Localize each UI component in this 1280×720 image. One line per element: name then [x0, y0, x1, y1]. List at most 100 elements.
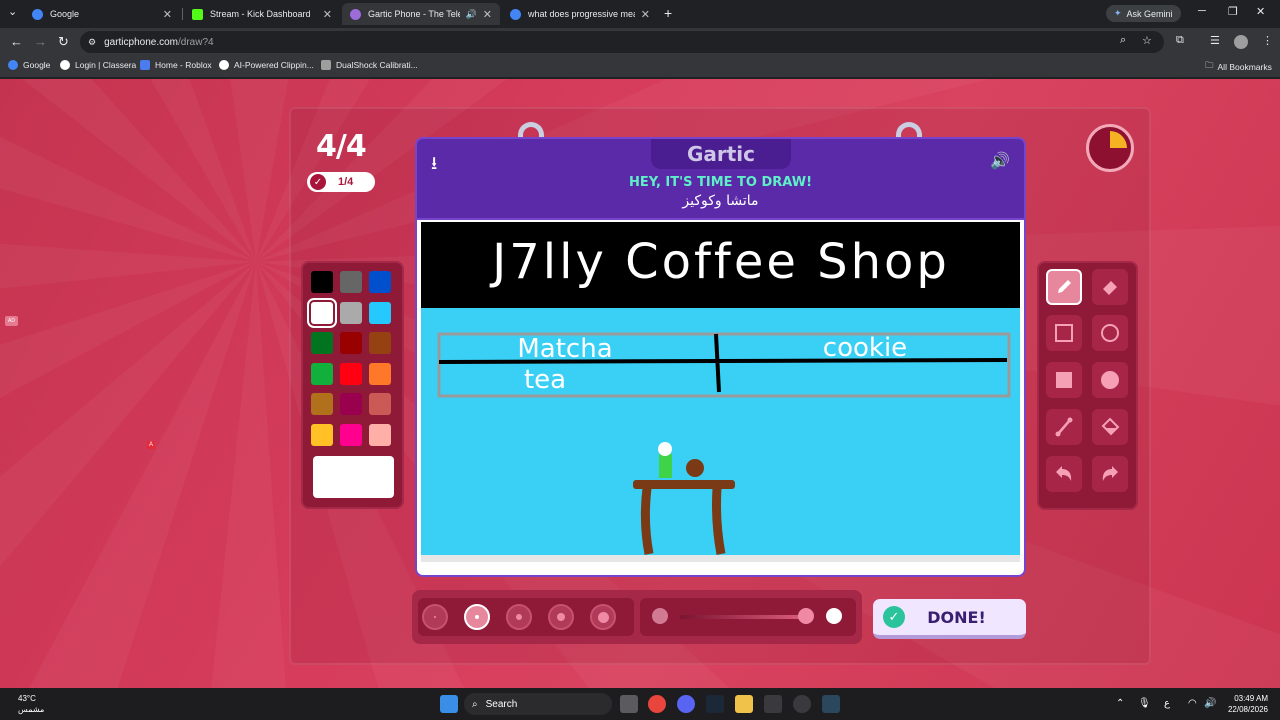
filled-rectangle-tool[interactable]: [1046, 362, 1082, 398]
google-favicon-icon: [32, 8, 43, 20]
color-swatch[interactable]: [340, 393, 362, 415]
line-tool[interactable]: [1046, 409, 1082, 445]
color-swatch[interactable]: [369, 271, 391, 293]
new-tab-button[interactable]: +: [664, 5, 672, 21]
opacity-slider[interactable]: [640, 598, 856, 636]
mic-icon[interactable]: 🎙: [1138, 698, 1151, 709]
menu-item-cookie: cookie: [823, 333, 907, 363]
drawing-canvas[interactable]: J7lly Coffee Shop Matcha tea cookie: [415, 220, 1026, 577]
color-swatch[interactable]: [369, 423, 391, 446]
zoom-icon[interactable]: ⌕: [1120, 34, 1126, 47]
notebook-header: ⭳ Gartic 🔊 HEY, IT'S TIME TO DRAW! ماتشا…: [415, 137, 1026, 220]
color-swatch[interactable]: [340, 271, 362, 293]
bookmark-dualshock[interactable]: DualShock Calibrati...: [321, 60, 418, 70]
done-button[interactable]: ✓ DONE!: [873, 599, 1026, 639]
tab-gartic-phone[interactable]: Gartic Phone - The Telepho 🔊 ✕: [342, 3, 500, 25]
chrome-icon[interactable]: [648, 695, 666, 713]
tab-google[interactable]: Google ✕: [24, 3, 180, 25]
color-swatch[interactable]: [340, 362, 362, 385]
close-tab-icon[interactable]: ✕: [483, 8, 492, 21]
discord-icon[interactable]: [677, 695, 695, 713]
close-tab-icon[interactable]: ✕: [163, 8, 172, 21]
speaker-icon[interactable]: 🔊: [466, 9, 477, 20]
color-swatch[interactable]: [311, 423, 333, 446]
obs-icon[interactable]: [793, 695, 811, 713]
rectangle-tool[interactable]: [1046, 315, 1082, 351]
color-swatch[interactable]: [311, 362, 333, 385]
sign-text: J7lly Coffee Shop: [489, 234, 950, 290]
close-tab-icon[interactable]: ✕: [641, 8, 650, 21]
back-icon[interactable]: ←: [10, 34, 23, 49]
restore-icon[interactable]: ❐: [1228, 5, 1238, 18]
sound-icon[interactable]: 🔊: [990, 151, 1010, 171]
tab-search-icon[interactable]: ⌄: [8, 5, 17, 18]
ask-gemini-button[interactable]: ✦ Ask Gemini: [1106, 5, 1181, 22]
color-swatch[interactable]: [369, 332, 391, 354]
tray-chevron-icon[interactable]: ⌃: [1116, 698, 1124, 709]
file-explorer-icon[interactable]: [735, 695, 753, 713]
language-indicator[interactable]: ع: [1164, 698, 1170, 709]
color-swatch[interactable]: [340, 423, 362, 446]
brush-size-button[interactable]: [464, 604, 490, 630]
steam-icon[interactable]: [706, 695, 724, 713]
steam-app-icon[interactable]: [822, 695, 840, 713]
bookmark-clipping[interactable]: AI-Powered Clippin...: [219, 60, 314, 70]
opacity-track[interactable]: [680, 615, 810, 619]
current-color-preview: [313, 456, 394, 498]
clock-time: 03:49 AM: [1234, 694, 1268, 703]
brush-size-dot: [475, 615, 479, 619]
wifi-icon[interactable]: ◠: [1188, 698, 1197, 709]
forward-icon[interactable]: →: [34, 34, 47, 49]
tab-title: Google: [50, 9, 80, 19]
chrome-menu-icon[interactable]: ⋮: [1262, 34, 1273, 47]
all-bookmarks[interactable]: 🗀 All Bookmarks: [1205, 60, 1272, 74]
bookmark-roblox[interactable]: Home - Roblox: [140, 60, 212, 70]
bookmark-classera[interactable]: Login | Classera: [60, 60, 136, 70]
windows-start-icon[interactable]: [440, 695, 458, 713]
fill-bucket-tool[interactable]: [1092, 409, 1128, 445]
close-window-icon[interactable]: ✕: [1256, 5, 1265, 18]
undo-tool[interactable]: [1046, 456, 1082, 492]
color-swatch[interactable]: [340, 301, 362, 324]
color-swatch[interactable]: [311, 332, 333, 354]
opacity-handle[interactable]: [798, 608, 814, 624]
volume-icon[interactable]: 🔊: [1204, 698, 1216, 709]
color-swatch[interactable]: [369, 393, 391, 415]
brush-size-button[interactable]: [422, 604, 448, 630]
filled-ellipse-tool[interactable]: [1092, 362, 1128, 398]
color-swatch[interactable]: [307, 297, 337, 328]
reading-list-icon[interactable]: ☰: [1210, 34, 1220, 47]
tab-google-search[interactable]: what does progressive mean - ✕: [502, 3, 658, 25]
task-view-icon[interactable]: [620, 695, 638, 713]
taskbar-clock[interactable]: 03:49 AM 22/08/2026: [1228, 693, 1268, 715]
taskbar-search[interactable]: ⌕ Search: [464, 693, 612, 715]
bookmark-star-icon[interactable]: ☆: [1142, 34, 1152, 47]
color-swatch[interactable]: [311, 271, 333, 293]
redo-tool[interactable]: [1092, 456, 1128, 492]
color-swatch[interactable]: [369, 301, 391, 324]
ask-gemini-label: Ask Gemini: [1126, 8, 1173, 19]
brush-size-button[interactable]: [506, 604, 532, 630]
color-swatch[interactable]: [311, 393, 333, 415]
color-swatch[interactable]: [340, 332, 362, 354]
brush-size-button[interactable]: [590, 604, 616, 630]
pencil-tool[interactable]: [1046, 269, 1082, 305]
ellipse-tool[interactable]: [1092, 315, 1128, 351]
close-tab-icon[interactable]: ✕: [323, 8, 332, 21]
reload-icon[interactable]: ↻: [58, 34, 69, 50]
weather-temp: 43°C: [18, 694, 36, 703]
app-icon[interactable]: [764, 695, 782, 713]
extensions-icon[interactable]: ⧉: [1176, 34, 1184, 47]
brush-size-button[interactable]: [548, 604, 574, 630]
profile-avatar[interactable]: [1234, 35, 1248, 49]
address-bar[interactable]: ⚙ garticphone.com/draw?4: [80, 31, 1164, 53]
site-info-icon[interactable]: ⚙: [88, 37, 96, 48]
marker-a: A: [147, 441, 155, 449]
color-swatch[interactable]: [369, 362, 391, 385]
tab-kick-dashboard[interactable]: Stream - Kick Dashboard ✕: [184, 3, 340, 25]
weather-widget[interactable]: 43°C مشمس: [18, 693, 44, 715]
minimize-icon[interactable]: ─: [1198, 5, 1206, 17]
gamepad-icon: [321, 60, 331, 70]
eraser-tool[interactable]: [1092, 269, 1128, 305]
bookmark-google[interactable]: Google: [8, 60, 50, 70]
